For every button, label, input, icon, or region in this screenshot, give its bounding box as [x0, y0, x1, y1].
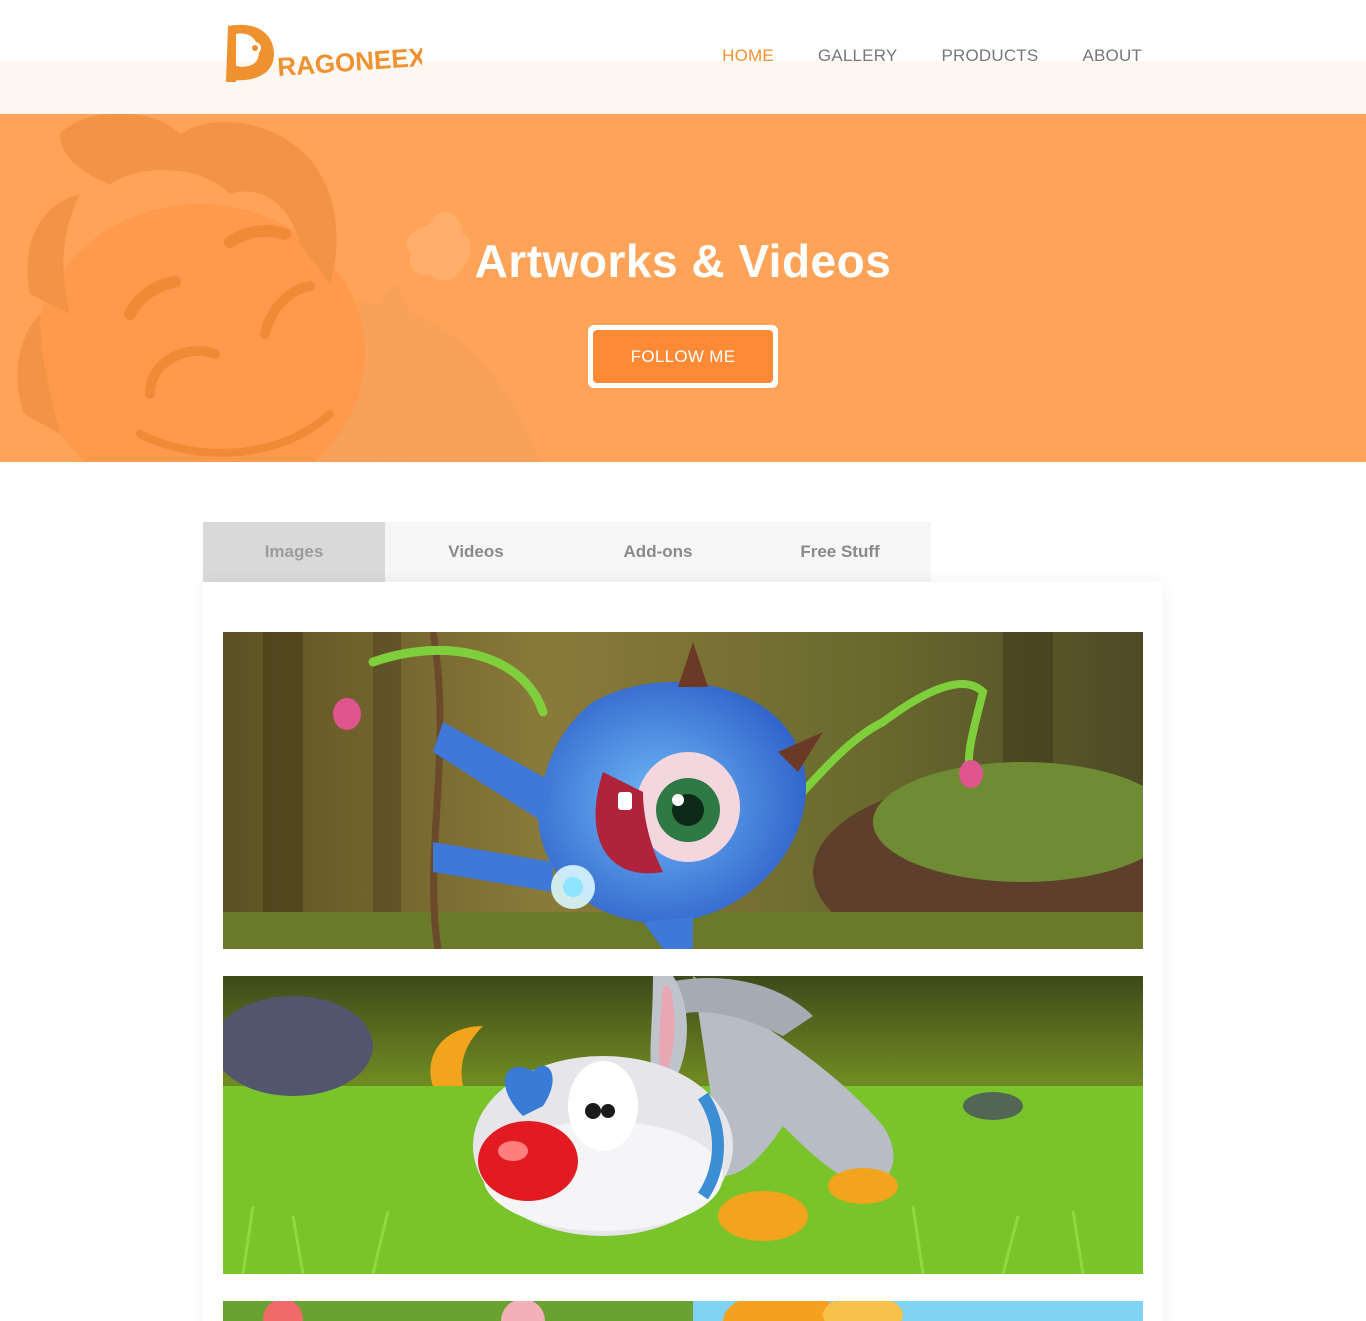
follow-me-button-label: FOLLOW ME: [630, 346, 736, 366]
nav-about[interactable]: ABOUT: [1082, 46, 1142, 66]
tab-videos[interactable]: Videos: [385, 522, 567, 582]
svg-text:RAGONEEX: RAGONEEX: [276, 42, 422, 82]
logo[interactable]: RAGONEEX: [222, 18, 428, 90]
follow-me-button[interactable]: FOLLOW ME: [588, 325, 778, 388]
gallery-tabs: Images Videos Add-ons Free Stuff: [203, 522, 931, 582]
tab-add-ons[interactable]: Add-ons: [567, 522, 749, 582]
gallery-image-monster[interactable]: [223, 632, 1143, 949]
gallery-image-rabbit[interactable]: [223, 976, 1143, 1274]
hero-title: Artworks & Videos: [474, 235, 892, 287]
nav-products[interactable]: PRODUCTS: [941, 46, 1038, 66]
nav-gallery[interactable]: GALLERY: [818, 46, 898, 66]
header-band: [0, 62, 1366, 114]
header-top: [0, 0, 1366, 62]
hero-banner: Artworks & Videos FOLLOW ME: [0, 114, 1366, 462]
tab-free-stuff[interactable]: Free Stuff: [749, 522, 931, 582]
main-nav: HOME GALLERY PRODUCTS ABOUT: [722, 46, 1142, 66]
gallery-image-flowers[interactable]: [223, 1301, 1143, 1321]
nav-home[interactable]: HOME: [722, 46, 774, 66]
tab-images[interactable]: Images: [203, 522, 385, 582]
gallery-panel: [203, 582, 1163, 1321]
hero-character-illustration: [17, 114, 540, 462]
